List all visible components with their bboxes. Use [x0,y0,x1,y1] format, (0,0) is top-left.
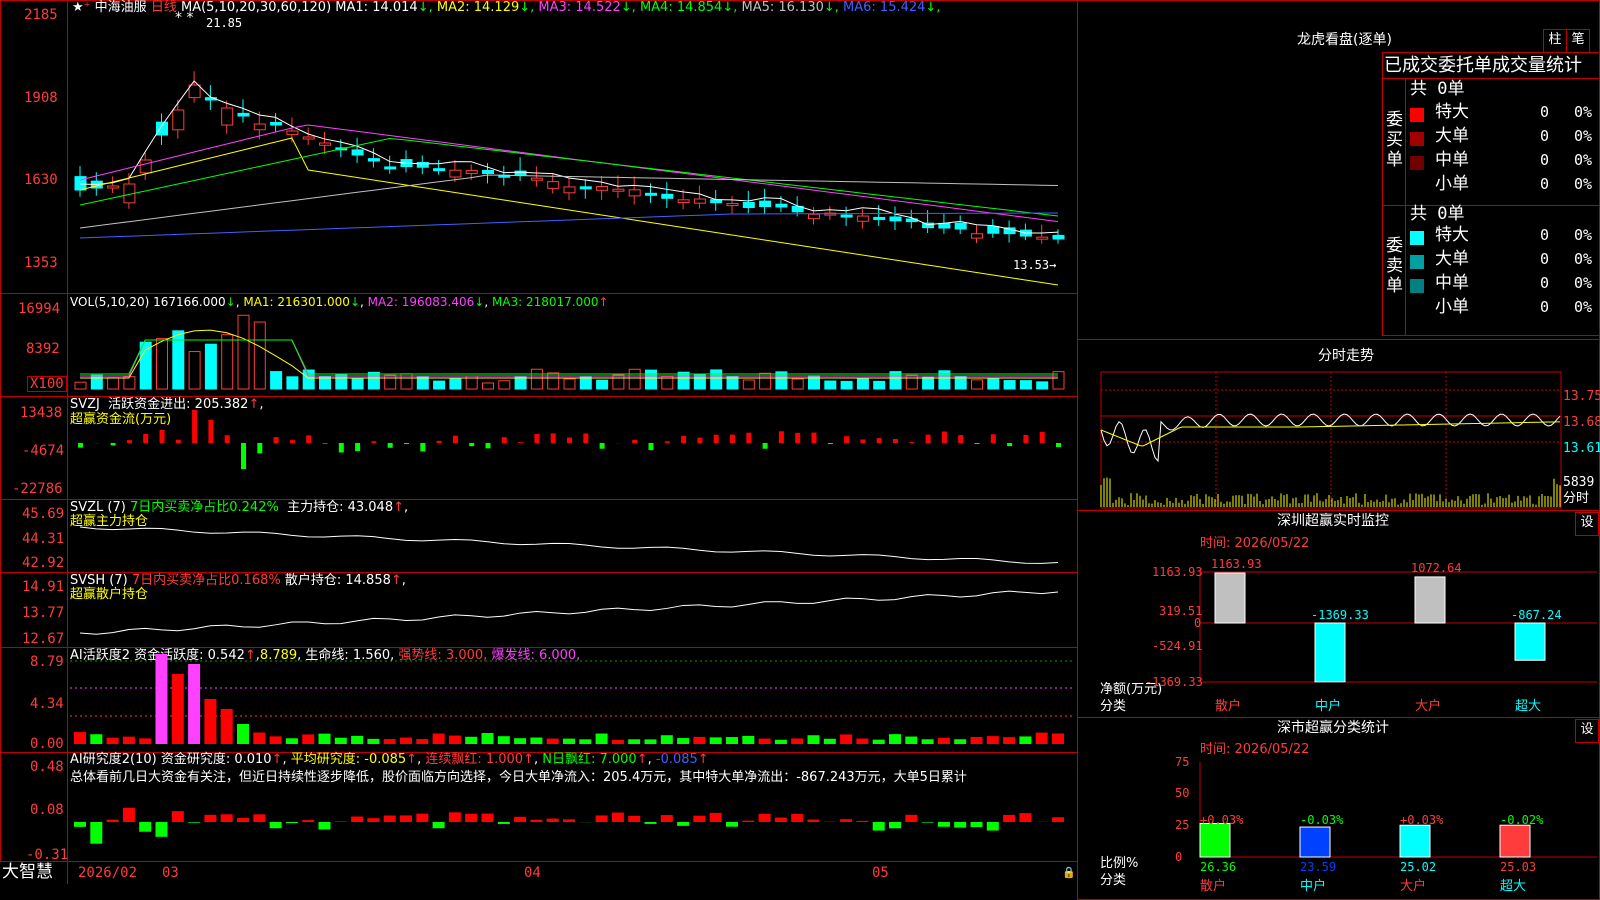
class-bar-超大 [1499,824,1531,858]
monitor-bar-中户 [1314,622,1346,683]
class-change-1: -0.03% [1300,813,1344,827]
class-ytick-2: 25 [1175,818,1190,832]
class-change-0: +0.03% [1200,813,1244,827]
monitor-value-2: 1072.64 [1411,560,1462,575]
class-bar-散户 [1199,823,1231,858]
class-bar-中户 [1299,826,1331,858]
class-pct-0: 26.36 [1200,860,1237,874]
class-cat-2: 大户 [1400,879,1427,894]
class-change-3: -0.02% [1500,813,1544,827]
class-ytick-3: 0 [1175,850,1183,864]
monitor-bar-大户 [1414,576,1446,624]
right-charts [1100,371,1597,858]
monitor-cat-2: 大户 [1415,699,1442,714]
monitor-value-0: 1163.93 [1211,557,1262,571]
monitor-value-3: -867.24 [1511,608,1562,622]
class-bar-大户 [1399,824,1431,858]
monitor-value-1: -1369.33 [1311,608,1369,622]
class-pct-2: 25.02 [1400,860,1437,874]
class-ytick-1: 50 [1175,786,1190,800]
monitor-ytick-3: -524.91 [1152,639,1203,653]
class-change-2: +0.03% [1400,813,1444,827]
class-pct-1: 23.59 [1300,860,1337,874]
monitor-ytick-2: 0 [1194,616,1202,630]
class-cat-0: 散户 [1200,879,1227,894]
monitor-cat-3: 超大 [1515,699,1542,714]
monitor-bar-超大 [1514,622,1546,661]
class-cat-3: 超大 [1500,879,1527,894]
monitor-ytick-4: -1369.33 [1145,675,1203,689]
class-ytick-0: 75 [1175,755,1190,769]
monitor-cat-0: 散户 [1215,699,1242,714]
monitor-bar-散户 [1214,572,1246,624]
class-cat-1: 中户 [1300,879,1327,894]
monitor-ytick-0: 1163.93 [1152,565,1203,579]
monitor-cat-1: 中户 [1315,699,1342,714]
class-pct-3: 25.03 [1500,860,1537,874]
